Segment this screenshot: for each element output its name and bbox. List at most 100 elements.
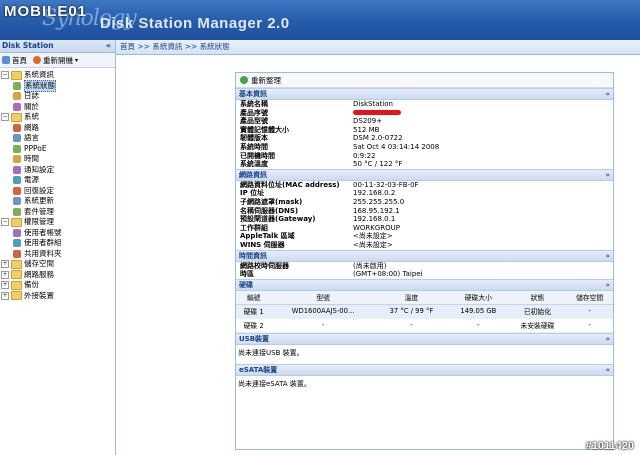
usb-status-text: 尚未連接USB 裝置。 [238, 348, 304, 357]
folder-icon [11, 291, 22, 301]
tree-item[interactable]: 套件管理 [0, 207, 115, 218]
tree-group[interactable]: + 儲存空間 [0, 259, 115, 270]
basic-info-list: 系統名稱 DiskStation 產品序號 產品型號 DS209+ 實體記憶體大小 512 … [236, 100, 613, 169]
network-info-list: 網路資料位址(MAC address) 00-11-32-03-FB-0F IP 位… [236, 181, 613, 250]
expand-icon[interactable]: + [1, 260, 9, 269]
tree-item[interactable]: 語言 [0, 133, 115, 144]
info-label: 系統時間 [240, 142, 268, 151]
section-title-esata: eSATA裝置 [239, 365, 278, 374]
tree-item-label: 關於 [24, 101, 39, 111]
left-panel-title-text: Disk Station [2, 41, 54, 50]
tree-item[interactable]: 回復設定 [0, 186, 115, 197]
folder-icon [11, 217, 22, 227]
info-value: (GMT+08:00) Taipei [353, 270, 423, 279]
tree-item-icon [13, 207, 21, 216]
collapse-toggle-icon[interactable]: « [605, 89, 610, 99]
tree-item-label: 權限管理 [24, 217, 54, 226]
info-row: 時區 (GMT+08:00) Taipei [236, 270, 613, 279]
section-header-disks[interactable]: 硬碟 « [236, 278, 613, 291]
info-value: Sat Oct 4 03:14:14 2008 [353, 142, 440, 151]
expand-icon[interactable]: + [1, 270, 9, 279]
tree-item[interactable]: 關於 [0, 102, 115, 113]
collapse-icon[interactable]: « [106, 40, 111, 52]
tree-item[interactable]: 日誌 [0, 91, 115, 102]
tree-item[interactable]: 時間 [0, 154, 115, 165]
tree-item-icon [13, 123, 21, 132]
collapse-icon[interactable]: − [1, 113, 9, 122]
refresh-button[interactable]: 重新整理 [236, 73, 613, 88]
info-value: 0:9:22 [353, 151, 376, 160]
tree-item[interactable]: 使用者群組 [0, 238, 115, 249]
column-header[interactable]: 編號 [236, 290, 272, 305]
collapse-toggle-icon[interactable]: « [605, 280, 610, 290]
tree-item[interactable]: 共用資料夾 [0, 249, 115, 260]
section-header-usb[interactable]: USB裝置 « [236, 332, 613, 345]
info-row: 系統時間 Sat Oct 4 03:14:14 2008 [236, 143, 613, 152]
section-title-time: 時間資訊 [239, 251, 267, 260]
info-value: 168.95.192.1 [353, 206, 400, 215]
tree-item-label: PPPoE [24, 143, 47, 153]
column-header[interactable]: 儲存空間 [566, 290, 613, 305]
info-value: 192.168.0.1 [353, 215, 396, 224]
info-value [353, 109, 613, 118]
breadcrumb: 首頁 >> 系統資訊 >> 系統狀態 [116, 40, 640, 55]
table-row[interactable]: 硬碟 2- - - 未安裝硬碟 - [236, 318, 613, 333]
tree-item[interactable]: 通知設定 [0, 165, 115, 176]
left-toolbar: 首頁 重新開機 ▾ [0, 53, 115, 68]
left-panel: Disk Station « 首頁 重新開機 ▾ − 系統資訊 系統狀態 日誌 關於 − 系… [0, 40, 116, 455]
tree-item-icon [13, 144, 21, 153]
section-header-basic[interactable]: 基本資訊 « [236, 88, 613, 100]
time-info-list: 網路校時伺服器 (尚未啟用) 時區 (GMT+08:00) Taipei [236, 262, 613, 279]
collapse-toggle-icon[interactable]: « [605, 365, 610, 375]
info-row: 網路資料位址(MAC address) 00-11-32-03-FB-0F [236, 181, 613, 190]
tree-group[interactable]: + 備份 [0, 280, 115, 291]
tree-group[interactable]: + 外接裝置 [0, 291, 115, 302]
dropdown-arrow-icon[interactable]: ▾ [75, 57, 78, 64]
info-label: 時區 [240, 270, 254, 279]
info-label: 網路校時伺服器 [240, 261, 289, 270]
collapse-icon[interactable]: − [1, 218, 9, 227]
section-header-esata[interactable]: eSATA裝置 « [236, 363, 613, 376]
section-header-network[interactable]: 網路資訊 « [236, 168, 613, 181]
tree-item[interactable]: 使用者帳號 [0, 228, 115, 239]
column-header[interactable]: 溫度 [374, 290, 448, 305]
tree-item-icon [13, 249, 21, 258]
tree-item-icon [13, 102, 21, 111]
tree-group[interactable]: + 網路服務 [0, 270, 115, 281]
tree-group[interactable]: − 系統資訊 [0, 70, 115, 81]
tree-item[interactable]: 系統狀態 [0, 79, 115, 92]
section-title-disks: 硬碟 [239, 280, 253, 289]
collapse-icon[interactable]: − [1, 71, 9, 80]
collapse-toggle-icon[interactable]: « [605, 170, 610, 180]
tree-group[interactable]: − 權限管理 [0, 217, 115, 228]
info-value: <尚未設定> [353, 232, 393, 241]
table-row[interactable]: 硬碟 1 WD1600AAJS-00... 37 °C / 99 °F 149.05 … [236, 304, 613, 319]
collapse-toggle-icon[interactable]: « [605, 334, 610, 344]
collapse-toggle-icon[interactable]: « [605, 251, 610, 261]
tree-item[interactable]: 系統更新 [0, 196, 115, 207]
tree-item[interactable]: PPPoE [0, 144, 115, 155]
restart-button[interactable]: 重新開機 ▾ [33, 55, 78, 66]
info-label: AppleTalk 區域 [240, 232, 295, 241]
home-button-label: 首頁 [12, 55, 27, 65]
expand-icon[interactable]: + [1, 291, 9, 300]
tree-item-icon [13, 228, 21, 237]
column-header[interactable]: 硬碟大小 [448, 290, 509, 305]
info-row: 系統名稱 DiskStation [236, 100, 613, 109]
column-header[interactable]: 狀態 [508, 290, 567, 305]
tree-group[interactable]: − 系統 [0, 112, 115, 123]
expand-icon[interactable]: + [1, 281, 9, 290]
tree-item-icon [13, 81, 21, 90]
tree-item[interactable]: 網路 [0, 123, 115, 134]
info-label: 產品序號 [240, 108, 268, 117]
info-value: DS209+ [353, 117, 383, 126]
section-title-basic: 基本資訊 [239, 90, 267, 98]
section-header-time[interactable]: 時間資訊 « [236, 249, 613, 262]
info-label: 系統溫度 [240, 160, 268, 169]
home-button[interactable]: 首頁 [2, 55, 27, 66]
left-panel-title: Disk Station « [0, 40, 115, 53]
info-row: 韌體版本 DSM 2.0-0722 [236, 134, 613, 143]
column-header[interactable]: 型號 [271, 290, 375, 305]
info-label: 系統名稱 [240, 100, 268, 108]
tree-item[interactable]: 電源 [0, 175, 115, 186]
